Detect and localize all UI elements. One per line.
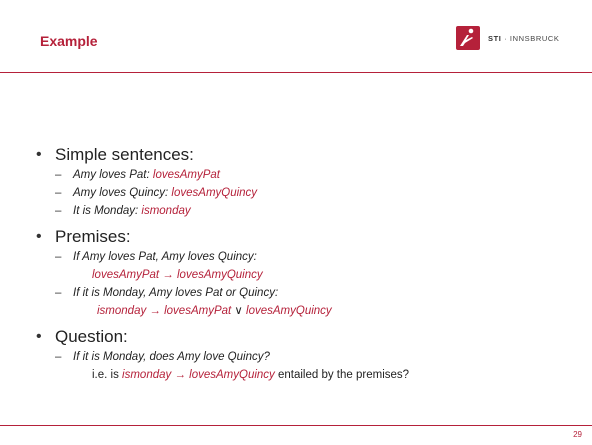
slide-body: Simple sentences: Amy loves Pat: lovesAm…	[36, 144, 576, 384]
question-text: If it is Monday, does Amy love Quincy?	[73, 351, 270, 363]
sub-bullet-text: It is Monday:	[73, 205, 142, 217]
sti-logo: STI · INNSBRUCK	[456, 26, 560, 50]
logo-text: STI · INNSBRUCK	[488, 34, 560, 43]
formula-text: lovesAmyPat	[164, 305, 232, 317]
premise-formula: ismonday → lovesAmyPat ∨ lovesAmyQuincy	[55, 302, 576, 320]
sub-bullet: Amy loves Pat: lovesAmyPat	[55, 166, 576, 184]
explanation-text: i.e. is	[92, 369, 123, 381]
sub-bullet: If it is Monday, Amy loves Pat or Quincy…	[55, 284, 576, 302]
header-divider	[0, 72, 592, 73]
bullet-question: Question:	[36, 326, 576, 348]
formula-text: ismonday → lovesAmyQuincy	[122, 369, 275, 381]
sub-bullet: If Amy loves Pat, Amy loves Quincy:	[55, 248, 576, 266]
symbol-text: ismonday	[141, 205, 191, 217]
sub-bullet: It is Monday: ismonday	[55, 202, 576, 220]
formula-text: ismonday →	[97, 305, 165, 317]
sub-bullet-text: Amy loves Pat:	[73, 169, 153, 181]
footer-divider	[0, 425, 592, 426]
or-symbol: ∨	[231, 305, 247, 317]
logo-text-rest: · INNSBRUCK	[501, 33, 560, 43]
page-number: 29	[573, 430, 582, 439]
symbol-text: lovesAmyQuincy	[171, 187, 258, 199]
premise-formula: lovesAmyPat → lovesAmyQuincy	[55, 266, 576, 284]
explanation-text: entailed by the premises?	[274, 369, 410, 381]
question-explanation: i.e. is ismonday → lovesAmyQuincy entail…	[55, 366, 576, 384]
logo-text-bold: STI	[488, 33, 502, 43]
formula-text: lovesAmyQuincy	[246, 305, 332, 317]
slide-header: Example STI · INNSBRUCK	[0, 0, 592, 72]
bullet-premises: Premises:	[36, 226, 576, 248]
sub-bullet: If it is Monday, does Amy love Quincy?	[55, 348, 576, 366]
symbol-text: lovesAmyPat	[152, 169, 220, 181]
sub-bullet: Amy loves Quincy: lovesAmyQuincy	[55, 184, 576, 202]
sti-logo-icon	[456, 26, 480, 50]
sub-bullet-text: Amy loves Quincy:	[73, 187, 172, 199]
premise-text: If it is Monday, Amy loves Pat or Quincy…	[73, 287, 279, 299]
formula-text: lovesAmyPat → lovesAmyQuincy	[92, 269, 263, 281]
bullet-simple-sentences: Simple sentences:	[36, 144, 576, 166]
premise-text: If Amy loves Pat, Amy loves Quincy:	[73, 251, 257, 263]
slide-title: Example	[40, 33, 98, 49]
